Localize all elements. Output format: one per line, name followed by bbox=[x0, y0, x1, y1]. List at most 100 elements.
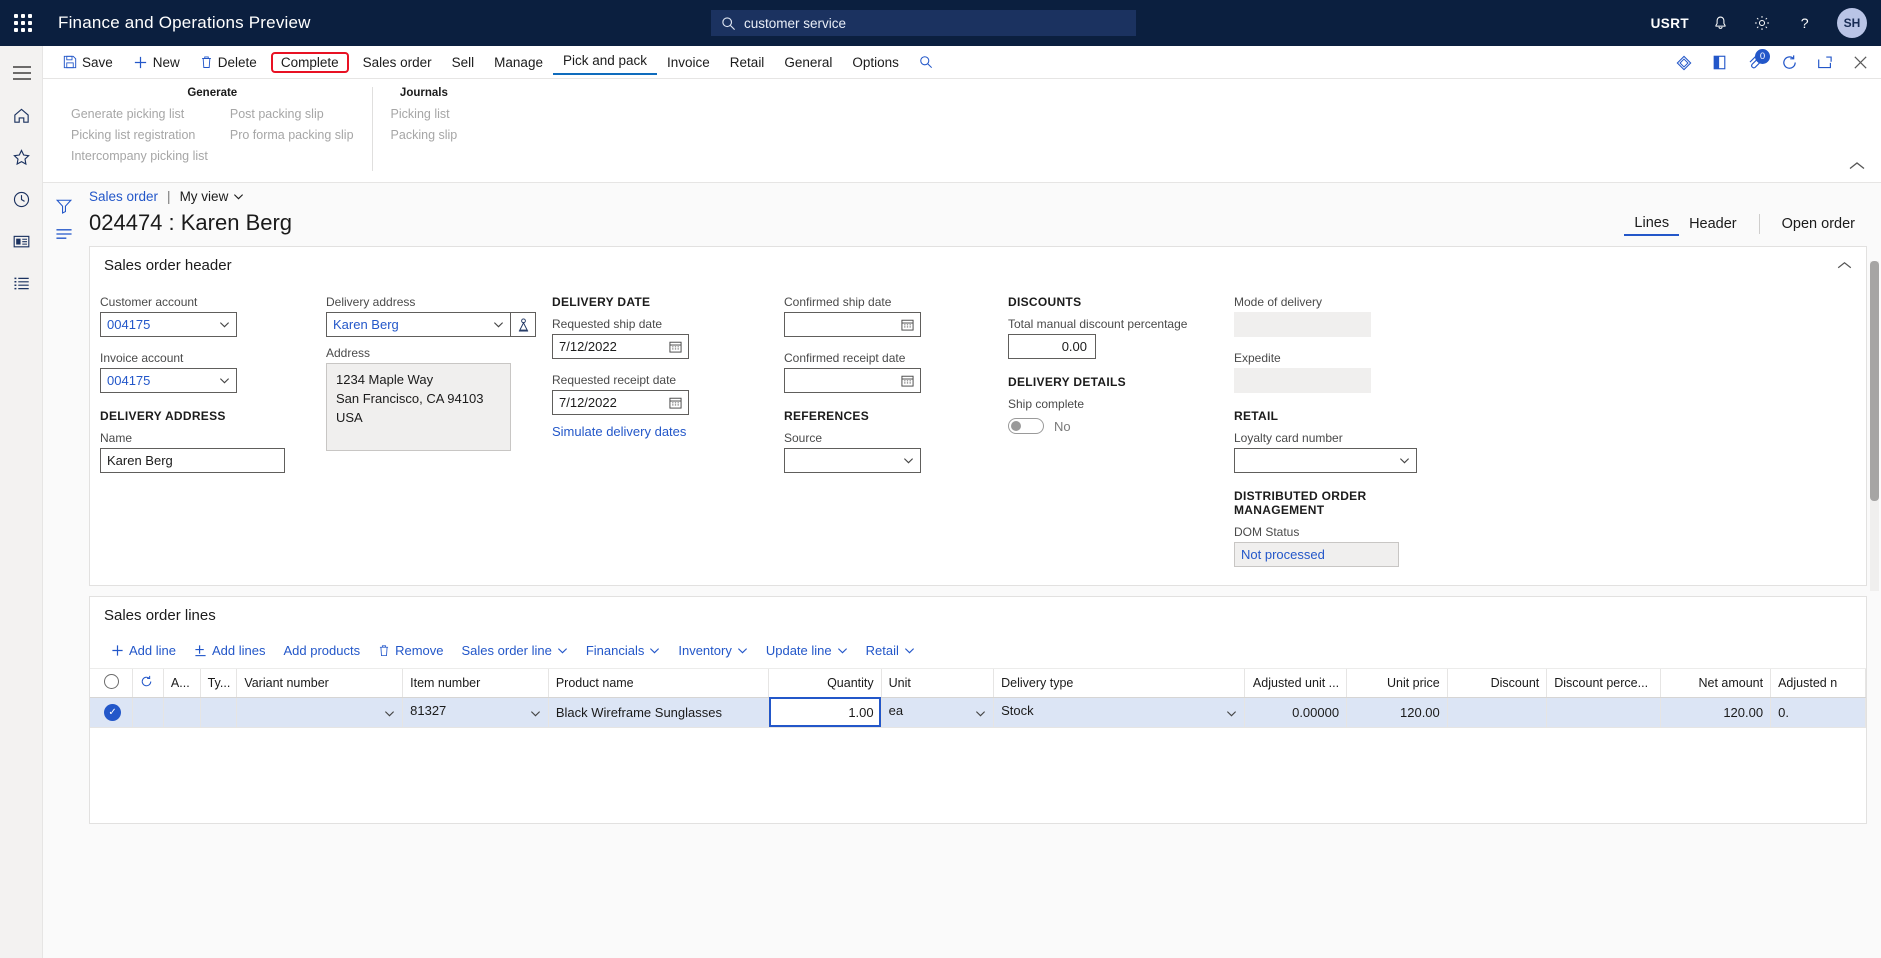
tab-options[interactable]: Options bbox=[842, 52, 909, 73]
refresh-icon[interactable] bbox=[1781, 54, 1798, 71]
calendar-icon[interactable] bbox=[669, 340, 682, 353]
row-cell-discount-percentage[interactable] bbox=[1546, 697, 1661, 728]
add-lines-button[interactable]: Add lines bbox=[185, 640, 274, 661]
chevron-down-icon[interactable] bbox=[1226, 707, 1237, 722]
row-cell-adjusted-unit[interactable]: 0.00000 bbox=[1244, 697, 1348, 728]
row-cell-net-amount[interactable]: 120.00 bbox=[1660, 697, 1772, 728]
column-header-adjusted-net[interactable]: Adjusted n bbox=[1770, 669, 1866, 698]
row-cell-discount[interactable] bbox=[1447, 697, 1548, 728]
menu-post-packing-slip[interactable]: Post packing slip bbox=[230, 107, 354, 121]
select-all-header[interactable] bbox=[97, 669, 134, 698]
row-cell-product-name[interactable]: Black Wireframe Sunglasses bbox=[548, 697, 770, 728]
open-in-new-window-icon[interactable] bbox=[1711, 54, 1728, 71]
remove-line-button[interactable]: Remove bbox=[369, 640, 452, 661]
chevron-down-icon[interactable] bbox=[384, 707, 395, 722]
requested-ship-date-field[interactable]: 7/12/2022 bbox=[552, 334, 689, 359]
chevron-down-icon[interactable] bbox=[219, 375, 230, 386]
select-all-circle-icon[interactable] bbox=[104, 673, 120, 689]
inventory-menu[interactable]: Inventory bbox=[669, 640, 756, 661]
delete-button[interactable]: Delete bbox=[190, 52, 267, 73]
view-selector[interactable]: My view bbox=[180, 189, 245, 204]
column-header-item-number[interactable]: Item number bbox=[402, 669, 549, 698]
tab-lines[interactable]: Lines bbox=[1624, 212, 1680, 236]
tab-header[interactable]: Header bbox=[1679, 213, 1747, 235]
column-header-product-name[interactable]: Product name bbox=[548, 669, 770, 698]
add-line-button[interactable]: Add line bbox=[102, 640, 185, 661]
loyalty-card-number-field[interactable] bbox=[1234, 448, 1417, 473]
address-map-button[interactable] bbox=[511, 312, 536, 337]
tab-invoice[interactable]: Invoice bbox=[657, 52, 720, 73]
avatar[interactable]: SH bbox=[1837, 8, 1867, 38]
chevron-down-icon[interactable] bbox=[903, 455, 914, 466]
row-cell-quantity[interactable]: 1.00 bbox=[768, 697, 882, 728]
sidebar-item-favorites[interactable] bbox=[0, 136, 43, 178]
customer-account-field[interactable]: 004175 bbox=[100, 312, 237, 337]
table-row[interactable]: ✓ 81327 Black Wireframe Sunglasses 1.00 … bbox=[90, 697, 1866, 728]
mode-of-delivery-field[interactable] bbox=[1234, 312, 1371, 337]
menu-pro-forma-packing-slip[interactable]: Pro forma packing slip bbox=[230, 128, 354, 142]
popout-icon[interactable] bbox=[1816, 54, 1834, 71]
row-cell-variant-number[interactable] bbox=[236, 697, 404, 728]
close-icon[interactable] bbox=[1852, 54, 1869, 71]
chevron-down-icon[interactable] bbox=[493, 319, 504, 330]
row-cell-item-number[interactable]: 81327 bbox=[402, 697, 549, 728]
app-launcher-icon[interactable] bbox=[0, 0, 46, 46]
menu-intercompany-picking-list[interactable]: Intercompany picking list bbox=[71, 149, 208, 163]
tab-sell[interactable]: Sell bbox=[442, 52, 485, 73]
tab-retail[interactable]: Retail bbox=[720, 52, 775, 73]
simulate-delivery-dates-link[interactable]: Simulate delivery dates bbox=[552, 424, 784, 439]
column-header-discount-percentage[interactable]: Discount perce... bbox=[1546, 669, 1661, 698]
attachments-icon[interactable]: 0 bbox=[1746, 49, 1770, 71]
row-cell-unit[interactable]: ea bbox=[881, 697, 995, 728]
delivery-name-field[interactable]: Karen Berg bbox=[100, 448, 285, 473]
collapse-header-chevron-icon[interactable] bbox=[1837, 261, 1852, 270]
filter-icon[interactable] bbox=[55, 197, 73, 215]
column-header-delivery-type[interactable]: Delivery type bbox=[993, 669, 1246, 698]
column-header-discount[interactable]: Discount bbox=[1447, 669, 1548, 698]
tab-pick-and-pack[interactable]: Pick and pack bbox=[552, 50, 658, 75]
related-information-icon[interactable] bbox=[55, 227, 73, 241]
chevron-down-icon[interactable] bbox=[975, 707, 986, 722]
hamburger-menu-icon[interactable] bbox=[0, 52, 43, 94]
expedite-field[interactable] bbox=[1234, 368, 1371, 393]
row-cell-adjusted-net[interactable]: 0. bbox=[1770, 697, 1866, 728]
source-field[interactable] bbox=[784, 448, 921, 473]
row-cell-ty[interactable] bbox=[200, 697, 238, 728]
row-select-checkbox[interactable]: ✓ bbox=[97, 697, 134, 728]
delivery-address-field[interactable]: Karen Berg bbox=[326, 312, 511, 337]
refresh-column-header[interactable] bbox=[132, 669, 164, 698]
tab-general[interactable]: General bbox=[774, 52, 842, 73]
menu-generate-picking-list[interactable]: Generate picking list bbox=[71, 107, 208, 121]
help-icon[interactable]: ? bbox=[1793, 12, 1815, 34]
ship-complete-toggle[interactable] bbox=[1008, 418, 1044, 434]
menu-packing-slip[interactable]: Packing slip bbox=[391, 128, 458, 142]
column-header-a[interactable]: A... bbox=[163, 669, 201, 698]
collapse-ribbon-chevron-icon[interactable] bbox=[1849, 158, 1865, 176]
row-cell-unit-price[interactable]: 120.00 bbox=[1346, 697, 1448, 728]
notifications-icon[interactable] bbox=[1709, 12, 1731, 34]
save-button[interactable]: Save bbox=[53, 52, 123, 73]
menu-picking-list[interactable]: Picking list bbox=[391, 107, 458, 121]
menu-picking-list-registration[interactable]: Picking list registration bbox=[71, 128, 208, 142]
sales-order-line-menu[interactable]: Sales order line bbox=[453, 640, 577, 661]
sidebar-item-modules[interactable] bbox=[0, 262, 43, 304]
column-header-unit[interactable]: Unit bbox=[881, 669, 995, 698]
settings-icon[interactable] bbox=[1751, 12, 1773, 34]
breadcrumb-sales-order-link[interactable]: Sales order bbox=[89, 189, 158, 204]
row-cell-a[interactable] bbox=[163, 697, 201, 728]
financials-menu[interactable]: Financials bbox=[577, 640, 670, 661]
calendar-icon[interactable] bbox=[669, 396, 682, 409]
update-line-menu[interactable]: Update line bbox=[757, 640, 857, 661]
tab-manage[interactable]: Manage bbox=[484, 52, 553, 73]
form-vertical-scrollbar[interactable] bbox=[1870, 261, 1879, 591]
global-search-input[interactable]: customer service bbox=[711, 10, 1136, 36]
tab-sales-order[interactable]: Sales order bbox=[353, 52, 442, 73]
column-header-variant-number[interactable]: Variant number bbox=[236, 669, 404, 698]
company-selector[interactable]: USRT bbox=[1651, 16, 1689, 31]
sidebar-item-home[interactable] bbox=[0, 94, 43, 136]
chevron-down-icon[interactable] bbox=[530, 707, 541, 722]
invoice-account-field[interactable]: 004175 bbox=[100, 368, 237, 393]
column-header-quantity[interactable]: Quantity bbox=[768, 669, 882, 698]
add-products-button[interactable]: Add products bbox=[274, 640, 369, 661]
tab-complete[interactable]: Complete bbox=[270, 51, 349, 73]
